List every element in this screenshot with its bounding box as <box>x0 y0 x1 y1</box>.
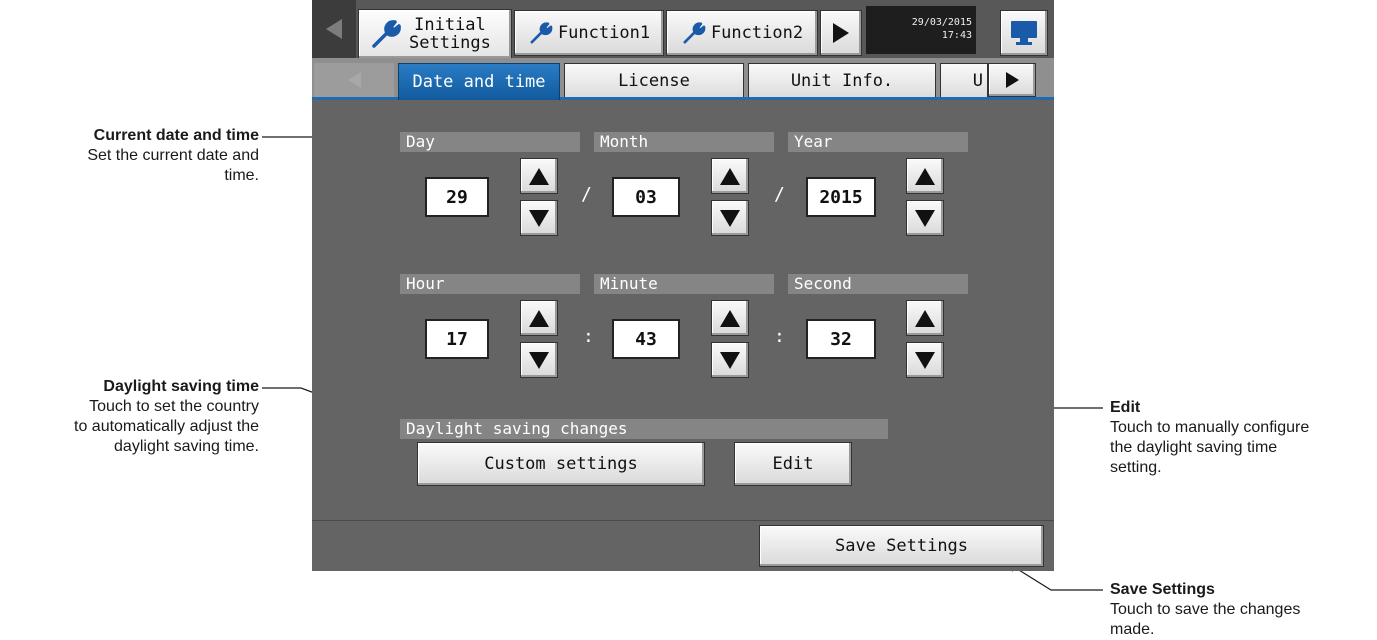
day-down-button[interactable] <box>520 200 558 236</box>
date-separator: / <box>581 184 592 205</box>
wrench-icon <box>372 20 401 48</box>
day-value[interactable]: 29 <box>425 177 489 217</box>
annotation-title: Daylight saving time <box>103 378 259 395</box>
up-arrow-icon <box>720 167 740 185</box>
edit-button[interactable]: Edit <box>734 442 852 486</box>
clock-time: 17:43 <box>941 30 972 41</box>
minute-down-button[interactable] <box>711 342 749 378</box>
annotation-text: time. <box>224 167 259 184</box>
device-screen: Initial Settings Function1 Function2 29/… <box>312 0 1054 571</box>
hour-up-button[interactable] <box>520 300 558 336</box>
month-down-button[interactable] <box>711 200 749 236</box>
left-arrow-icon <box>347 72 361 88</box>
down-arrow-icon <box>529 209 549 227</box>
hour-value[interactable]: 17 <box>425 319 489 359</box>
up-arrow-icon <box>529 309 549 327</box>
annotation-text: Touch to save the changes <box>1110 601 1301 618</box>
annotation-text: made. <box>1110 621 1155 638</box>
divider <box>312 520 1054 521</box>
monitor-button[interactable] <box>1000 10 1048 56</box>
month-label: Month <box>594 132 774 152</box>
next-tabs-button[interactable] <box>820 10 862 56</box>
annotation-text: daylight saving time. <box>114 438 259 455</box>
year-up-button[interactable] <box>906 158 944 194</box>
annotation-text: the daylight saving time <box>1110 439 1278 456</box>
tab-label-line: Settings <box>409 33 491 53</box>
back-button[interactable] <box>312 0 356 58</box>
up-arrow-icon <box>915 167 935 185</box>
right-arrow-icon <box>1005 72 1019 88</box>
wrench-icon <box>683 22 706 44</box>
second-down-button[interactable] <box>906 342 944 378</box>
tab-u[interactable]: U <box>940 63 988 97</box>
tab-unit-info[interactable]: Unit Info. <box>748 63 936 97</box>
down-arrow-icon <box>915 209 935 227</box>
left-arrow-icon <box>326 19 342 39</box>
tab-function1[interactable]: Function1 <box>514 10 664 56</box>
subtab-prev-button[interactable] <box>314 63 394 97</box>
tab-license[interactable]: License <box>564 63 744 97</box>
hour-down-button[interactable] <box>520 342 558 378</box>
annotation-text: Set the current date and <box>87 147 259 164</box>
day-up-button[interactable] <box>520 158 558 194</box>
second-value[interactable]: 32 <box>806 319 876 359</box>
tab-initial-settings[interactable]: Initial Settings <box>358 9 512 58</box>
minute-label: Minute <box>594 274 774 294</box>
year-value[interactable]: 2015 <box>806 177 876 217</box>
tab-label: Function2 <box>710 23 804 43</box>
second-up-button[interactable] <box>906 300 944 336</box>
year-down-button[interactable] <box>906 200 944 236</box>
annotation-text: to automatically adjust the <box>74 418 259 435</box>
date-separator: / <box>774 184 785 205</box>
tab-function2[interactable]: Function2 <box>666 10 818 56</box>
tab-label-line: Initial <box>414 15 486 35</box>
hour-label: Hour <box>400 274 580 294</box>
annotation-save-settings: Save Settings Touch to save the changes … <box>1110 580 1300 640</box>
annotation-text: Touch to manually configure <box>1110 419 1310 436</box>
daylight-saving-label: Daylight saving changes <box>400 419 888 439</box>
monitor-icon <box>1011 21 1037 45</box>
down-arrow-icon <box>529 351 549 369</box>
clock-panel: 29/03/2015 17:43 <box>866 6 976 54</box>
day-label: Day <box>400 132 580 152</box>
second-label: Second <box>788 274 968 294</box>
clock-date: 29/03/2015 <box>911 17 972 28</box>
minute-value[interactable]: 43 <box>612 319 680 359</box>
annotation-text: Touch to set the country <box>89 398 259 415</box>
tab-date-and-time[interactable]: Date and time <box>398 63 560 100</box>
wrench-icon <box>530 22 553 44</box>
annotation-current-date-time: Current date and time Set the current da… <box>87 126 259 186</box>
annotation-title: Edit <box>1110 399 1141 416</box>
annotation-title: Current date and time <box>93 127 259 144</box>
custom-settings-button[interactable]: Custom settings <box>417 442 705 486</box>
up-arrow-icon <box>915 309 935 327</box>
right-arrow-icon <box>833 23 849 43</box>
annotation-title: Save Settings <box>1110 581 1215 598</box>
subtab-next-button[interactable] <box>988 63 1036 97</box>
minute-up-button[interactable] <box>711 300 749 336</box>
year-label: Year <box>788 132 968 152</box>
up-arrow-icon <box>720 309 740 327</box>
tab-label: Function1 <box>557 23 651 43</box>
annotation-text: setting. <box>1110 459 1162 476</box>
tab-label: Initial Settings <box>409 16 491 52</box>
down-arrow-icon <box>915 351 935 369</box>
annotation-edit: Edit Touch to manually configure the day… <box>1110 398 1309 478</box>
annotation-daylight-saving: Daylight saving time Touch to set the co… <box>74 377 259 457</box>
month-value[interactable]: 03 <box>612 177 680 217</box>
month-up-button[interactable] <box>711 158 749 194</box>
up-arrow-icon <box>529 167 549 185</box>
time-separator: : <box>774 326 785 347</box>
down-arrow-icon <box>720 209 740 227</box>
save-settings-button[interactable]: Save Settings <box>759 525 1044 567</box>
time-separator: : <box>583 326 594 347</box>
down-arrow-icon <box>720 351 740 369</box>
